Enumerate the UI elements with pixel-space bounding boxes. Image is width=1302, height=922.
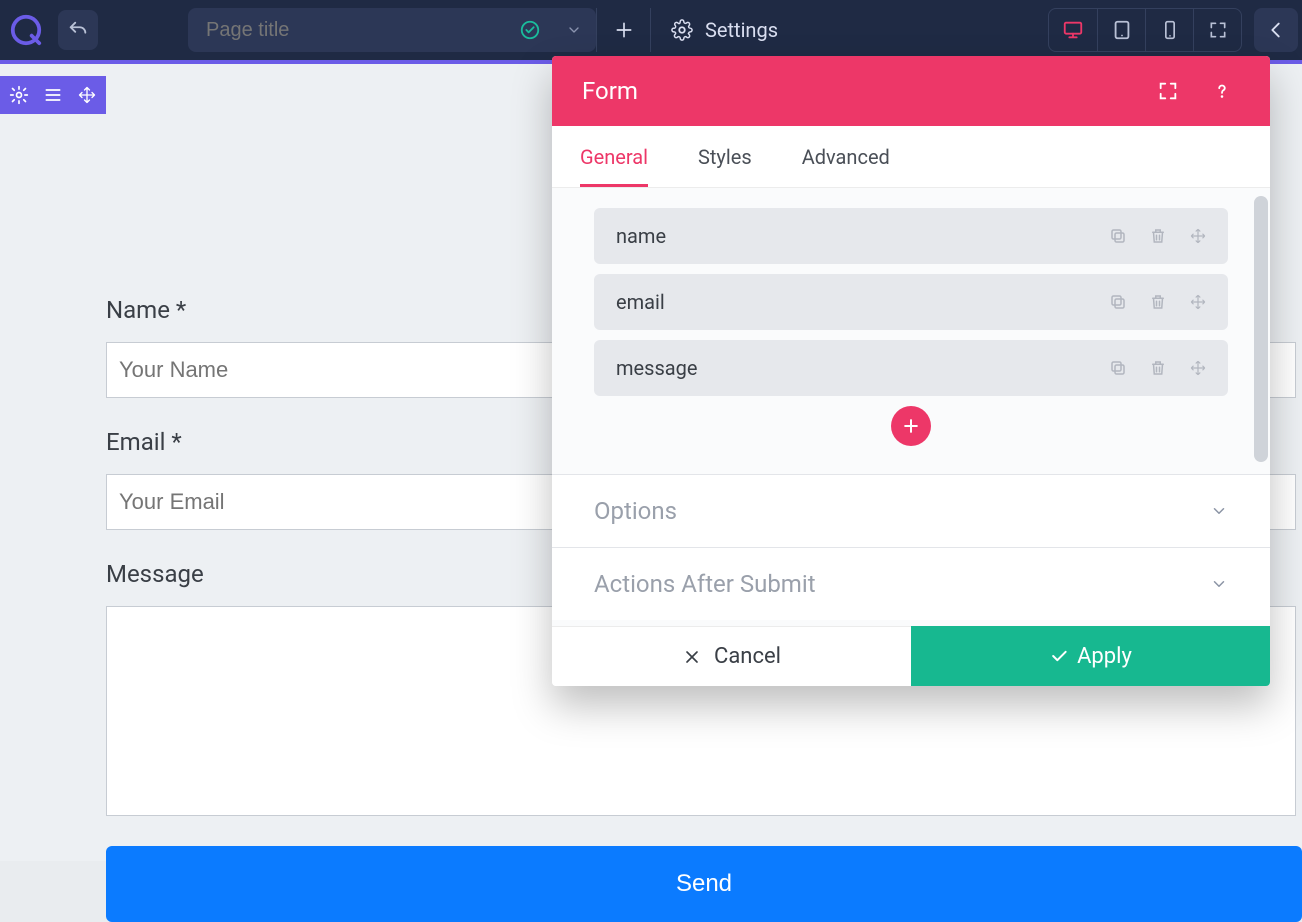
panel-header: Form <box>552 56 1270 126</box>
settings-button[interactable]: Settings <box>650 8 798 52</box>
app-logo[interactable] <box>0 0 52 60</box>
duplicate-icon[interactable] <box>1104 222 1132 250</box>
undo-button[interactable] <box>58 10 98 50</box>
duplicate-icon[interactable] <box>1104 288 1132 316</box>
panel-help-icon[interactable] <box>1204 73 1240 109</box>
section-options[interactable]: Options <box>552 474 1270 547</box>
page-valid-icon <box>508 8 552 52</box>
properties-panel: Form General Styles Advanced name email <box>552 56 1270 686</box>
canvas-move-icon[interactable] <box>70 78 104 112</box>
chevron-down-icon <box>1210 575 1228 593</box>
panel-body: name email message <box>552 188 1270 626</box>
move-icon[interactable] <box>1184 222 1212 250</box>
device-tablet-button[interactable] <box>1097 8 1145 52</box>
fullscreen-button[interactable] <box>1193 8 1241 52</box>
field-item-label: message <box>616 356 698 380</box>
trash-icon[interactable] <box>1144 354 1172 382</box>
panel-tabs: General Styles Advanced <box>552 126 1270 188</box>
panel-title: Form <box>582 77 1132 105</box>
field-item-label: name <box>616 224 666 248</box>
back-button[interactable] <box>1254 8 1298 52</box>
canvas-toolbar <box>0 76 106 114</box>
cancel-button[interactable]: Cancel <box>552 626 911 686</box>
field-item[interactable]: name <box>594 208 1228 264</box>
add-button[interactable] <box>596 8 650 52</box>
settings-label: Settings <box>705 18 778 42</box>
canvas-menu-icon[interactable] <box>36 78 70 112</box>
chevron-down-icon <box>1210 502 1228 520</box>
topbar-right <box>1048 8 1302 52</box>
page-title-input[interactable] <box>188 8 508 52</box>
section-actions-label: Actions After Submit <box>594 570 816 598</box>
topbar: Settings <box>0 0 1302 60</box>
device-desktop-button[interactable] <box>1049 8 1097 52</box>
add-field-button[interactable] <box>891 406 931 446</box>
field-item[interactable]: message <box>594 340 1228 396</box>
panel-footer: Cancel Apply <box>552 626 1270 686</box>
tab-styles[interactable]: Styles <box>698 145 752 187</box>
send-button[interactable]: Send <box>106 846 1302 922</box>
device-switcher <box>1048 8 1242 52</box>
panel-expand-icon[interactable] <box>1150 73 1186 109</box>
canvas-settings-icon[interactable] <box>2 78 36 112</box>
field-item[interactable]: email <box>594 274 1228 330</box>
section-options-label: Options <box>594 497 677 525</box>
tab-general[interactable]: General <box>580 145 648 187</box>
tab-advanced[interactable]: Advanced <box>802 145 890 187</box>
field-item-label: email <box>616 290 665 314</box>
duplicate-icon[interactable] <box>1104 354 1132 382</box>
trash-icon[interactable] <box>1144 222 1172 250</box>
page-chevron-icon[interactable] <box>552 8 596 52</box>
apply-button[interactable]: Apply <box>911 626 1270 686</box>
page-title-field-wrap <box>188 8 596 52</box>
section-actions-after-submit[interactable]: Actions After Submit <box>552 547 1270 620</box>
move-icon[interactable] <box>1184 288 1212 316</box>
field-list: name email message <box>552 188 1270 474</box>
apply-label: Apply <box>1077 644 1132 669</box>
cancel-label: Cancel <box>714 644 781 669</box>
trash-icon[interactable] <box>1144 288 1172 316</box>
device-phone-button[interactable] <box>1145 8 1193 52</box>
panel-scrollbar[interactable] <box>1254 196 1268 462</box>
move-icon[interactable] <box>1184 354 1212 382</box>
